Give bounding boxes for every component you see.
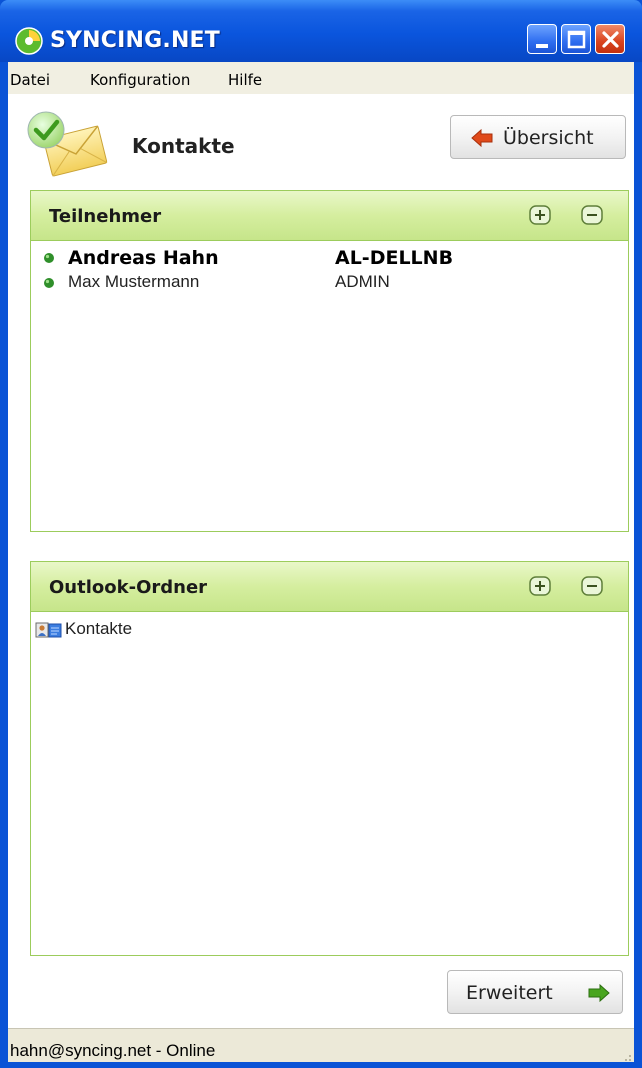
add-folder-plus-icon[interactable] bbox=[529, 576, 551, 596]
participant-name: Andreas Hahn bbox=[68, 247, 219, 269]
participant-row[interactable]: Andreas Hahn AL-DELLNB bbox=[43, 247, 623, 271]
advanced-button[interactable]: Erweitert bbox=[447, 970, 623, 1014]
outlook-folders-panel-title: Outlook-Ordner bbox=[49, 577, 208, 598]
arrow-right-icon bbox=[588, 984, 610, 1002]
maximize-button[interactable] bbox=[561, 24, 591, 54]
advanced-button-label: Erweitert bbox=[466, 982, 553, 1004]
client-area: Datei Konfiguration Hilfe Kontakte Übers… bbox=[8, 62, 634, 1068]
participant-name: Max Mustermann bbox=[68, 272, 200, 291]
status-text: hahn@syncing.net - Online bbox=[10, 1041, 216, 1060]
app-window: SYNCING.NET Datei Konfiguration Hilfe Ko… bbox=[0, 0, 642, 1068]
outlook-folders-panel: Outlook-Ordner Kontakte bbox=[30, 561, 629, 956]
title-bar[interactable]: SYNCING.NET bbox=[0, 0, 642, 62]
add-participant-plus-icon[interactable] bbox=[529, 205, 551, 225]
page-title: Kontakte bbox=[132, 134, 235, 158]
minimize-button[interactable] bbox=[527, 24, 557, 54]
participants-panel-title: Teilnehmer bbox=[49, 206, 162, 227]
contacts-envelope-check-icon bbox=[27, 111, 108, 177]
maximize-icon bbox=[567, 30, 586, 49]
participant-host: ADMIN bbox=[335, 272, 390, 291]
overview-button[interactable]: Übersicht bbox=[450, 115, 626, 159]
close-icon bbox=[602, 31, 619, 48]
folder-name: Kontakte bbox=[65, 619, 133, 638]
menu-bar: Datei Konfiguration Hilfe bbox=[8, 62, 634, 94]
overview-button-label: Übersicht bbox=[503, 127, 594, 149]
participants-panel: Teilnehmer Andreas Hahn AL-DELLNB Max Mu… bbox=[30, 190, 629, 532]
menu-item-datei[interactable]: Datei bbox=[10, 71, 50, 89]
folder-item[interactable]: Kontakte bbox=[35, 618, 335, 642]
window-title: SYNCING.NET bbox=[50, 28, 220, 53]
contacts-folder-icon bbox=[35, 622, 62, 638]
close-button[interactable] bbox=[595, 24, 625, 54]
arrow-left-icon bbox=[471, 129, 493, 147]
participant-host: AL-DELLNB bbox=[335, 247, 454, 269]
minimize-icon bbox=[536, 44, 548, 48]
online-status-icon bbox=[44, 278, 54, 288]
menu-item-hilfe[interactable]: Hilfe bbox=[228, 71, 262, 89]
participants-panel-header: Teilnehmer bbox=[31, 191, 628, 241]
menu-item-konfiguration[interactable]: Konfiguration bbox=[90, 71, 190, 89]
outlook-folders-panel-header: Outlook-Ordner bbox=[31, 562, 628, 612]
remove-folder-minus-icon[interactable] bbox=[581, 576, 603, 596]
remove-participant-minus-icon[interactable] bbox=[581, 205, 603, 225]
syncing-logo-icon bbox=[15, 27, 43, 55]
participant-row[interactable]: Max Mustermann ADMIN bbox=[43, 272, 623, 296]
window-bottom-border bbox=[0, 1062, 642, 1068]
online-status-icon bbox=[44, 253, 54, 263]
